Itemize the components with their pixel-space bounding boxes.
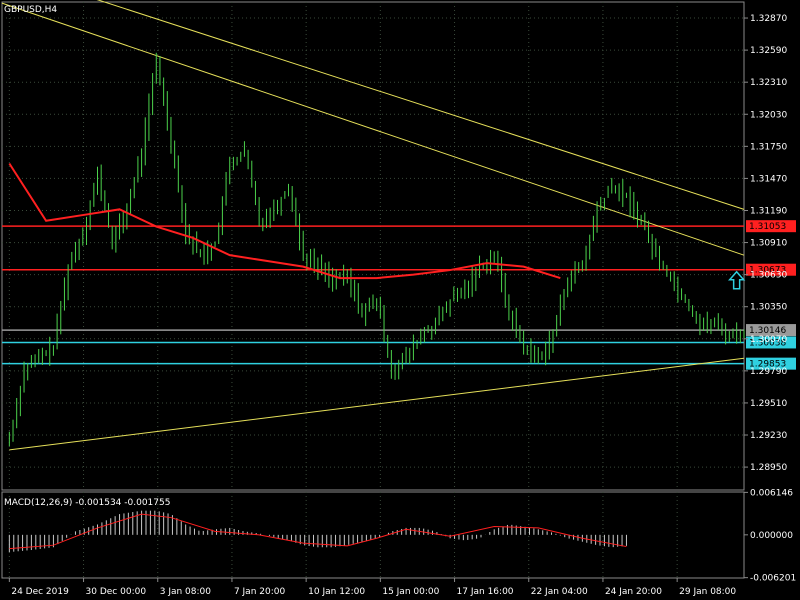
price-tick-label: 1.30630 — [750, 271, 787, 281]
ma-line — [8, 162, 561, 280]
time-tick-label: 3 Jan 08:00 — [160, 587, 212, 597]
macd-histogram — [8, 510, 627, 553]
time-tick-label: 29 Jan 08:00 — [679, 587, 736, 597]
time-tick-label: 24 Jan 20:00 — [605, 587, 662, 597]
time-tick-label: 22 Jan 04:00 — [531, 587, 588, 597]
time-axis: 24 Dec 2019 30 Dec 00:00 3 Jan 08:00 7 Jan … — [8, 578, 736, 597]
chart-title: GBPUSD,H4 — [4, 5, 57, 15]
trendline — [1, 2, 745, 256]
time-tick-label: 24 Dec 2019 — [11, 587, 69, 597]
arrow-up-icon[interactable] — [728, 270, 746, 290]
price-tick-label: 1.30910 — [750, 239, 787, 249]
price-tick-label: 1.28950 — [750, 463, 787, 473]
time-tick-label: 17 Jan 16:00 — [457, 587, 514, 597]
price-tick-label: 1.32590 — [750, 46, 787, 56]
price-grid — [1, 1, 745, 491]
time-tick-label: 30 Dec 00:00 — [86, 587, 147, 597]
price-tick-label: 1.30350 — [750, 303, 787, 313]
main-frame — [1, 1, 745, 491]
trendlines[interactable] — [1, 0, 745, 451]
price-tick-label: 1.31470 — [750, 174, 787, 184]
time-tick-label: 7 Jan 20:00 — [234, 587, 286, 597]
price-tick-label: 1.31190 — [750, 206, 787, 216]
trading-chart[interactable]: 1.310531.306731.301461.300381.29853 1.32… — [0, 0, 800, 600]
price-tick-label: 1.32870 — [750, 14, 787, 24]
trendline — [9, 357, 745, 451]
price-tick-label: 1.29510 — [750, 399, 787, 409]
arrow-shape — [728, 270, 746, 290]
price-tick-label: 1.31750 — [750, 142, 787, 152]
macd-tick-label: 0.006146 — [750, 488, 793, 498]
price-tick-label: 1.32030 — [750, 110, 787, 120]
time-tick-label: 15 Jan 00:00 — [382, 587, 439, 597]
level-label: 1.31053 — [749, 222, 786, 232]
price-tick-label: 1.32310 — [750, 78, 787, 88]
time-tick-label: 10 Jan 12:00 — [308, 587, 365, 597]
price-tick-label: 1.29230 — [750, 431, 787, 441]
trendline — [96, 0, 745, 210]
macd-tick-label: -0.006201 — [750, 574, 796, 584]
macd-label: MACD(12,26,9) -0.001534 -0.001755 — [4, 498, 170, 508]
moving-average — [8, 162, 561, 280]
macd-tick-label: 0.000000 — [750, 531, 793, 541]
price-tick-label: 1.29790 — [750, 367, 787, 377]
price-series — [8, 52, 745, 447]
price-axis: 1.32870 1.32590 1.32310 1.32030 1.31750 1.314… — [744, 14, 796, 584]
price-tick-label: 1.30070 — [750, 335, 787, 345]
